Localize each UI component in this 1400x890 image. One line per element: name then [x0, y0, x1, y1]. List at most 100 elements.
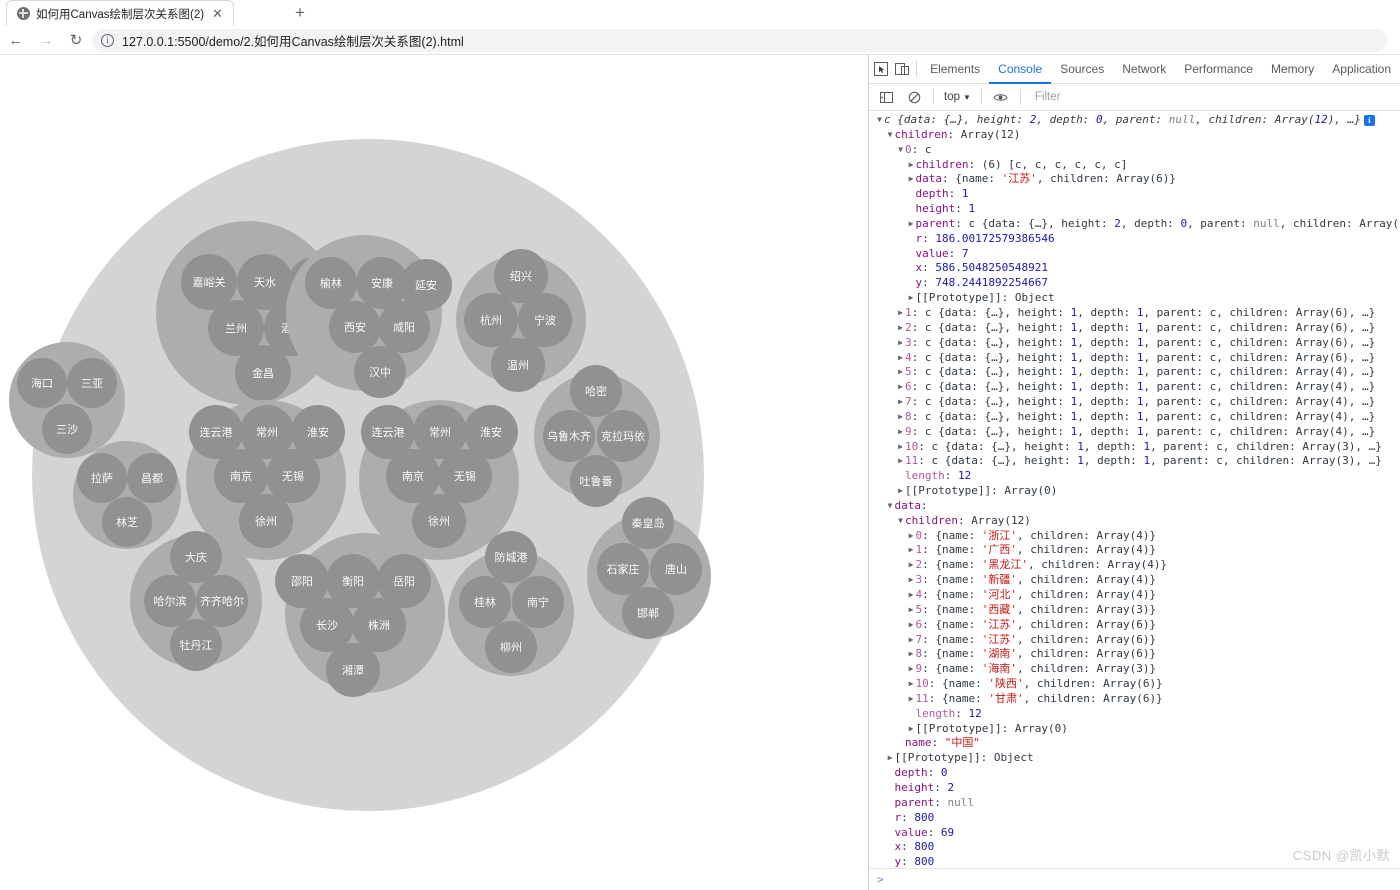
console-log-line[interactable]: height: 2	[869, 781, 1400, 796]
plus-icon[interactable]: +	[290, 3, 310, 23]
console-log-line[interactable]: ▶ 3: {name: '新疆', children: Array(4)}	[869, 573, 1400, 588]
tab-console[interactable]: Console	[989, 55, 1051, 84]
disclosure-expanded-icon[interactable]: ▼	[886, 499, 895, 514]
circle-node-city[interactable]: 湘潭	[326, 643, 380, 697]
disclosure-collapsed-icon[interactable]: ▶	[896, 365, 905, 380]
tab-sources[interactable]: Sources	[1051, 55, 1113, 84]
console-log-line[interactable]: ▶ 9: {name: '海南', children: Array(3)}	[869, 662, 1400, 677]
console-log-line[interactable]: ▶ 0: {name: '浙江', children: Array(4)}	[869, 529, 1400, 544]
console-log-line[interactable]: ▶ 7: {name: '江苏', children: Array(6)}	[869, 633, 1400, 648]
tab-elements[interactable]: Elements	[921, 55, 989, 84]
disclosure-collapsed-icon[interactable]: ▶	[907, 633, 916, 648]
circle-node-city[interactable]: 林芝	[102, 497, 152, 547]
disclosure-collapsed-icon[interactable]: ▶	[896, 395, 905, 410]
console-log-line[interactable]: ▼ 0: c	[869, 143, 1400, 158]
circle-node-city[interactable]: 牡丹江	[170, 619, 222, 671]
console-log-line[interactable]: ▶ [[Prototype]]: Object	[869, 751, 1400, 766]
console-log-line[interactable]: height: 1	[869, 202, 1400, 217]
console-sidebar-icon[interactable]	[873, 84, 899, 110]
disclosure-collapsed-icon[interactable]: ▶	[907, 588, 916, 603]
circle-node-city[interactable]: 桂林	[459, 576, 511, 628]
inspect-cursor-icon[interactable]	[871, 56, 892, 82]
console-log-line[interactable]: ▶ 11: c {data: {…}, height: 1, depth: 1, …	[869, 454, 1400, 469]
disclosure-collapsed-icon[interactable]: ▶	[907, 647, 916, 662]
disclosure-collapsed-icon[interactable]: ▶	[896, 454, 905, 469]
circle-node-city[interactable]: 防城港	[485, 531, 537, 583]
disclosure-collapsed-icon[interactable]: ▶	[886, 751, 895, 766]
console-log-line[interactable]: ▶ 10: {name: '陕西', children: Array(6)}	[869, 677, 1400, 692]
console-log-line[interactable]: ▶ 2: {name: '黑龙江', children: Array(4)}	[869, 558, 1400, 573]
console-log-line[interactable]: ▶ data: {name: '江苏', children: Array(6)}	[869, 172, 1400, 187]
console-log-line[interactable]: ▶ children: (6) [c, c, c, c, c, c]	[869, 158, 1400, 173]
disclosure-collapsed-icon[interactable]: ▶	[907, 558, 916, 573]
disclosure-collapsed-icon[interactable]: ▶	[896, 351, 905, 366]
tab-network[interactable]: Network	[1113, 55, 1175, 84]
console-log-line[interactable]: ▶ 9: c {data: {…}, height: 1, depth: 1, p…	[869, 425, 1400, 440]
console-prompt[interactable]: >	[869, 868, 1400, 890]
console-log-line[interactable]: ▶ [[Prototype]]: Array(0)	[869, 484, 1400, 499]
console-log-line[interactable]: ▼ data:	[869, 499, 1400, 514]
arrow-left-icon[interactable]: ←	[2, 26, 30, 54]
clear-console-icon[interactable]	[901, 84, 927, 110]
device-toggle-icon[interactable]	[892, 56, 913, 82]
disclosure-collapsed-icon[interactable]: ▶	[896, 425, 905, 440]
console-log-line[interactable]: value: 69	[869, 826, 1400, 841]
disclosure-collapsed-icon[interactable]: ▶	[896, 410, 905, 425]
console-log-line[interactable]: ▶ [[Prototype]]: Object	[869, 291, 1400, 306]
circle-node-city[interactable]: 齐齐哈尔	[196, 575, 248, 627]
console-log-line[interactable]: ▼ children: Array(12)	[869, 514, 1400, 529]
circle-node-city[interactable]: 徐州	[239, 494, 293, 548]
circle-node-city[interactable]: 柳州	[485, 621, 537, 673]
console-log-line[interactable]: ▶ 7: c {data: {…}, height: 1, depth: 1, p…	[869, 395, 1400, 410]
console-log-line[interactable]: ▶ 8: c {data: {…}, height: 1, depth: 1, p…	[869, 410, 1400, 425]
console-log-line[interactable]: ▶ parent: c {data: {…}, height: 2, depth:…	[869, 217, 1400, 232]
circle-node-city[interactable]: 汉中	[354, 346, 406, 398]
disclosure-collapsed-icon[interactable]: ▶	[907, 603, 916, 618]
disclosure-collapsed-icon[interactable]: ▶	[907, 172, 916, 187]
console-log-line[interactable]: x: 586.5048250548921	[869, 261, 1400, 276]
console-log-line[interactable]: ▶ 3: c {data: {…}, height: 1, depth: 1, p…	[869, 336, 1400, 351]
disclosure-collapsed-icon[interactable]: ▶	[907, 158, 916, 173]
disclosure-collapsed-icon[interactable]: ▶	[896, 306, 905, 321]
circle-node-city[interactable]: 克拉玛依	[597, 410, 649, 462]
console-log-line[interactable]: depth: 1	[869, 187, 1400, 202]
circle-node-city[interactable]: 三亚	[67, 358, 117, 408]
circle-node-city[interactable]: 吐鲁番	[570, 455, 622, 507]
console-log-line[interactable]: ▼ children: Array(12)	[869, 128, 1400, 143]
address-bar[interactable]: i 127.0.0.1:5500/demo/2.如何用Canvas绘制层次关系图…	[92, 29, 1387, 52]
circle-node-city[interactable]: 拉萨	[77, 453, 127, 503]
console-log-line[interactable]: ▶ 5: {name: '西藏', children: Array(3)}	[869, 603, 1400, 618]
console-log-line[interactable]: ▶ 6: c {data: {…}, height: 1, depth: 1, p…	[869, 380, 1400, 395]
console-log-line[interactable]: ▶ 2: c {data: {…}, height: 1, depth: 1, p…	[869, 321, 1400, 336]
disclosure-collapsed-icon[interactable]: ▶	[896, 380, 905, 395]
console-log-line[interactable]: length: 12	[869, 469, 1400, 484]
disclosure-collapsed-icon[interactable]: ▶	[896, 336, 905, 351]
console-log-line[interactable]: ▶ 1: c {data: {…}, height: 1, depth: 1, p…	[869, 306, 1400, 321]
disclosure-expanded-icon[interactable]: ▼	[896, 143, 905, 158]
disclosure-collapsed-icon[interactable]: ▶	[907, 543, 916, 558]
info-badge-icon[interactable]: i	[1363, 114, 1375, 126]
disclosure-collapsed-icon[interactable]: ▶	[907, 662, 916, 677]
disclosure-expanded-icon[interactable]: ▼	[896, 514, 905, 529]
console-log-line[interactable]: depth: 0	[869, 766, 1400, 781]
console-log-line[interactable]: ▼ c {data: {…}, height: 2, depth: 0, pare…	[869, 113, 1400, 128]
console-log-line[interactable]: length: 12	[869, 707, 1400, 722]
console-log-line[interactable]: ▶ 5: c {data: {…}, height: 1, depth: 1, p…	[869, 365, 1400, 380]
disclosure-expanded-icon[interactable]: ▼	[886, 128, 895, 143]
circle-node-city[interactable]: 乌鲁木齐	[543, 410, 595, 462]
circle-node-city[interactable]: 海口	[17, 358, 67, 408]
disclosure-collapsed-icon[interactable]: ▶	[896, 321, 905, 336]
circle-node-city[interactable]: 西安	[329, 301, 381, 353]
disclosure-collapsed-icon[interactable]: ▶	[907, 573, 916, 588]
disclosure-expanded-icon[interactable]: ▼	[875, 113, 884, 128]
console-log-line[interactable]: ▶ 6: {name: '江苏', children: Array(6)}	[869, 618, 1400, 633]
console-log-line[interactable]: parent: null	[869, 796, 1400, 811]
console-log-line[interactable]: name: "中国"	[869, 736, 1400, 751]
circle-node-city[interactable]: 邯郸	[622, 587, 674, 639]
disclosure-collapsed-icon[interactable]: ▶	[907, 291, 916, 306]
circle-node-city[interactable]: 南宁	[512, 576, 564, 628]
disclosure-collapsed-icon[interactable]: ▶	[907, 692, 916, 707]
console-log-line[interactable]: r: 186.00172579386546	[869, 232, 1400, 247]
circle-node-city[interactable]: 温州	[491, 338, 545, 392]
console-log-line[interactable]: ▶ [[Prototype]]: Array(0)	[869, 722, 1400, 737]
